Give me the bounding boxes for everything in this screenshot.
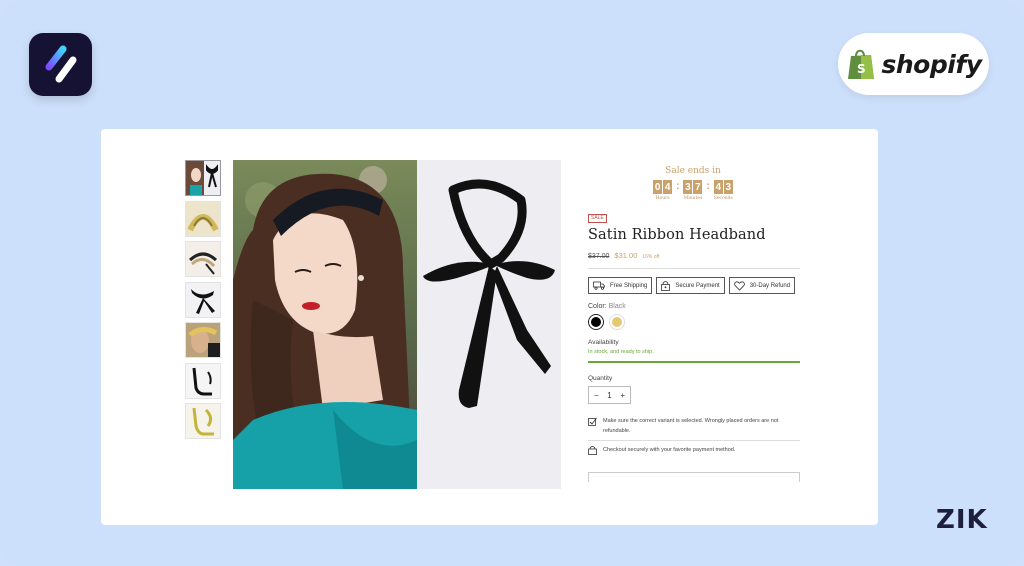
- timer-label: Hours: [655, 196, 670, 201]
- timer-colon: :: [676, 181, 680, 192]
- thumbnail-image: [186, 282, 220, 317]
- divider: [588, 268, 800, 269]
- thumbnail-list: [185, 160, 221, 444]
- thumbnail-image: [186, 201, 220, 236]
- discount-label: 16% off: [642, 254, 660, 260]
- color-swatch-black[interactable]: [588, 314, 604, 330]
- truck-icon: [593, 281, 605, 290]
- price-row: $37.00 $31.00 16% off: [588, 251, 800, 260]
- checkout-notice-text: Checkout securely with your favorite pay…: [603, 447, 736, 453]
- timer-digit: 7: [693, 180, 703, 194]
- headband-photo: [417, 160, 561, 489]
- sale-badge: SALE: [588, 214, 607, 223]
- badge-refund: 30-Day Refund: [728, 277, 796, 294]
- timer-digit: 3: [723, 180, 733, 194]
- badge-free-shipping: Free Shipping: [588, 277, 653, 294]
- timer-digit: 4: [663, 180, 673, 194]
- timer-minutes: 3 7 Minutes: [683, 180, 703, 201]
- quantity-value[interactable]: 1: [607, 391, 611, 400]
- availability-label: Availability: [588, 339, 619, 346]
- shopify-bag-icon: S: [847, 49, 874, 79]
- color-value: Black: [608, 303, 626, 310]
- quantity-stepper: − 1 +: [588, 386, 631, 404]
- timer-colon: :: [706, 181, 710, 192]
- checkbox-icon: [588, 417, 597, 426]
- lock-icon: [661, 281, 671, 291]
- timer-hours: 0 4 Hours: [653, 180, 673, 201]
- black-ribbon-illustration: [417, 160, 561, 489]
- color-label: Color: Black: [588, 303, 800, 310]
- timer-label: Seconds: [713, 196, 733, 201]
- thumbnail-7[interactable]: [185, 403, 221, 439]
- thumbnail-1[interactable]: [185, 160, 221, 196]
- color-swatches: [588, 314, 800, 330]
- stock-bar: [588, 361, 800, 363]
- quantity-plus-button[interactable]: +: [620, 391, 625, 400]
- model-photo: [233, 160, 417, 489]
- shopify-badge: S shopify: [838, 33, 989, 95]
- sale-price: $31.00: [614, 251, 638, 260]
- sale-ends-label: Sale ends in: [665, 166, 721, 176]
- slash-logo-icon: [45, 45, 77, 83]
- app-logo: [29, 33, 92, 96]
- shopify-wordmark: shopify: [881, 49, 983, 79]
- color-label-text: Color:: [588, 303, 607, 310]
- add-to-cart-box[interactable]: [588, 472, 800, 482]
- trust-badges: Free Shipping Secure Payment 30-Day Refu…: [588, 277, 800, 294]
- product-card: Sale ends in 0 4 Hours : 3 7 Minutes : 4…: [101, 129, 878, 525]
- thumbnail-3[interactable]: [185, 241, 221, 277]
- stock-status: In stock, and ready to ship.: [588, 349, 654, 355]
- thumbnail-image: [186, 242, 220, 276]
- thumbnail-image: [186, 323, 220, 357]
- lock-icon: [588, 446, 597, 455]
- thumbnail-image: [186, 363, 220, 398]
- main-product-image[interactable]: [233, 160, 561, 489]
- thumbnail-image: [186, 161, 220, 195]
- heart-icon: [733, 280, 745, 291]
- checkout-notice: Checkout securely with your favorite pay…: [588, 445, 800, 455]
- thumbnail-2[interactable]: [185, 200, 221, 237]
- variant-notice: Make sure the correct variant is selecte…: [588, 416, 800, 440]
- timer-digit: 4: [713, 180, 723, 194]
- variant-notice-text: Make sure the correct variant is selecte…: [603, 418, 779, 434]
- badge-label: 30-Day Refund: [749, 282, 791, 289]
- timer-digit: 0: [653, 180, 663, 194]
- timer-digit: 3: [683, 180, 693, 194]
- thumbnail-6[interactable]: [185, 362, 221, 399]
- badge-label: Secure Payment: [675, 282, 720, 289]
- timer-label: Minutes: [683, 196, 703, 201]
- product-title: Satin Ribbon Headband: [588, 227, 766, 243]
- model-photo-illustration: [233, 160, 417, 489]
- old-price: $37.00: [588, 253, 610, 260]
- thumbnail-5[interactable]: [185, 322, 221, 358]
- thumbnail-4[interactable]: [185, 281, 221, 318]
- badge-secure-payment: Secure Payment: [656, 277, 725, 294]
- divider: [588, 440, 800, 441]
- svg-text:S: S: [857, 62, 866, 76]
- timer-seconds: 4 3 Seconds: [714, 180, 733, 201]
- quantity-minus-button[interactable]: −: [594, 391, 599, 400]
- quantity-label: Quantity: [588, 375, 613, 382]
- badge-label: Free Shipping: [610, 282, 648, 289]
- zik-mark: ZIK: [936, 505, 988, 535]
- countdown-timer: 0 4 Hours : 3 7 Minutes : 4 3 Seconds: [588, 180, 798, 201]
- color-swatch-gold[interactable]: [609, 314, 625, 330]
- product-info: Sale ends in 0 4 Hours : 3 7 Minutes : 4…: [588, 160, 800, 482]
- thumbnail-image: [186, 404, 220, 438]
